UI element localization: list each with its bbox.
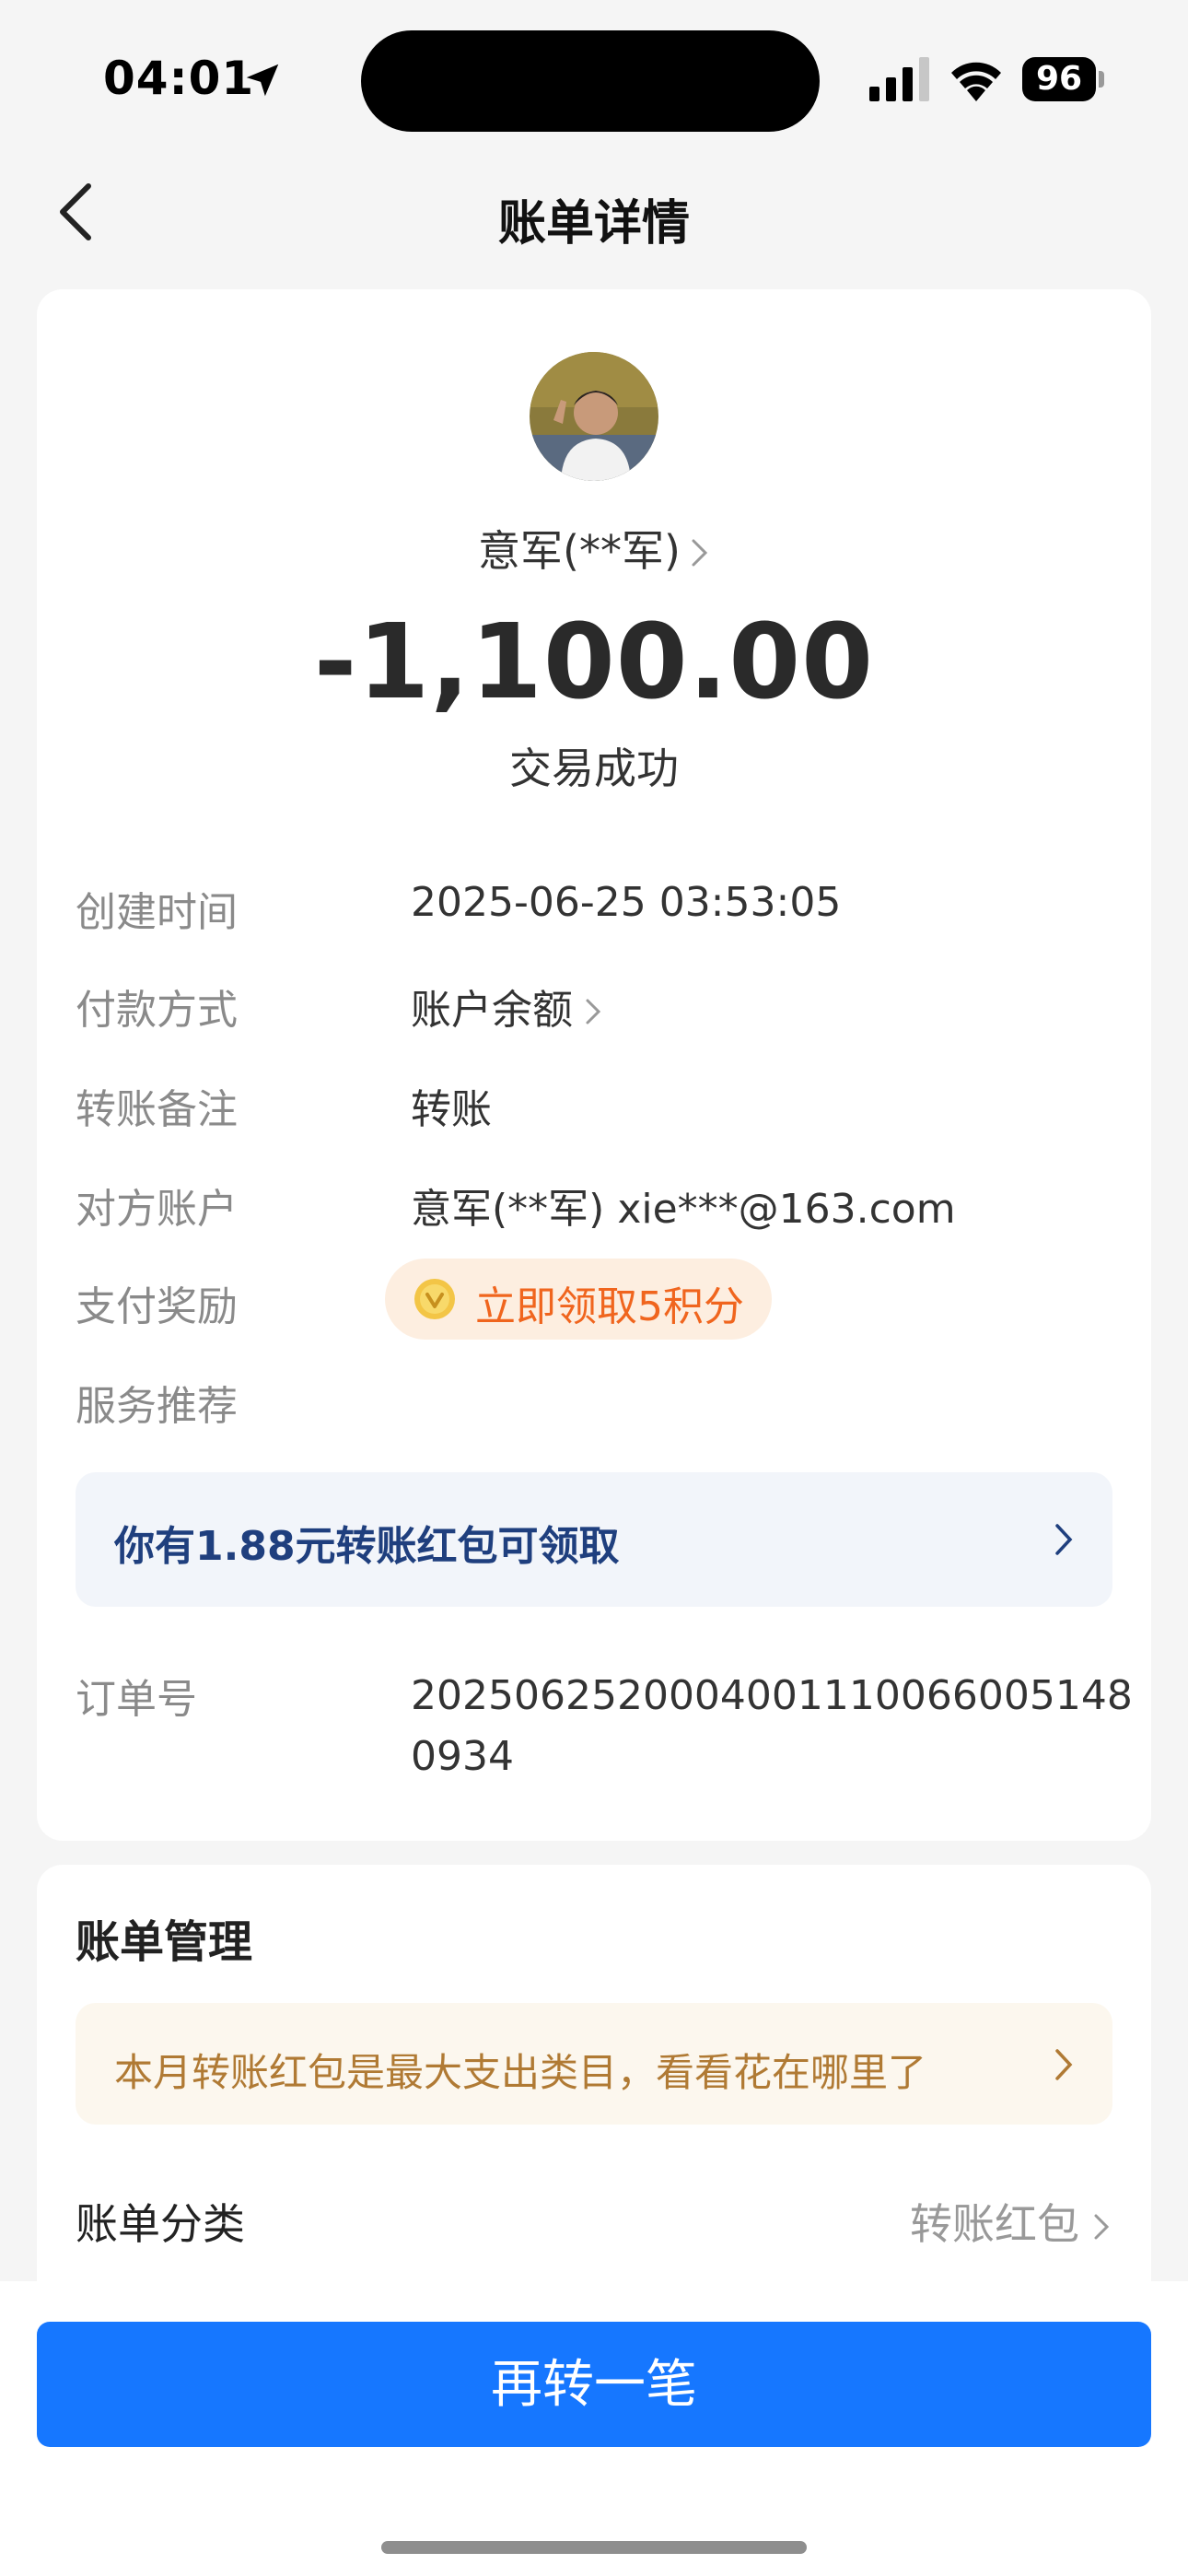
bottom-action-bar: 再转一笔 <box>0 2281 1188 2576</box>
battery-indicator: 96 <box>1022 57 1104 101</box>
page-title: 账单详情 <box>497 196 690 252</box>
wifi-icon <box>951 62 1001 101</box>
status-time: 04:01 <box>103 52 255 105</box>
detail-label: 支付奖励 <box>76 1283 238 1330</box>
counterparty-name-text: 意军(**军) <box>478 526 681 576</box>
battery-level: 96 <box>1022 57 1096 101</box>
payment-method-text: 账户余额 <box>411 987 573 1034</box>
detail-value: 2025-06-25 03:53:05 <box>411 879 842 926</box>
chevron-right-icon <box>692 539 708 567</box>
dynamic-island <box>361 30 820 132</box>
cellular-signal-icon <box>869 57 929 101</box>
spending-tip-text: 本月转账红包是最大支出类目，看看花在哪里了 <box>114 2050 927 2095</box>
detail-label: 对方账户 <box>76 1186 238 1233</box>
detail-value-link[interactable]: 账户余额 <box>411 977 602 1036</box>
bill-detail-card: 意军(**军) -1,100.00 交易成功 创建时间 2025-06-25 0… <box>37 289 1151 1841</box>
chevron-right-icon <box>586 999 601 1025</box>
bill-category-value: 转账红包 <box>910 2199 1079 2249</box>
avatar-image <box>530 352 658 481</box>
order-number-value: 20250625200040011100660051480934 <box>411 1672 1133 1780</box>
detail-label: 付款方式 <box>76 987 238 1034</box>
transaction-amount: -1,100.00 <box>313 603 875 722</box>
service-banner-text: 你有1.88元转账红包可领取 <box>114 1523 620 1570</box>
chevron-right-icon <box>1055 2049 1073 2080</box>
battery-tip <box>1099 71 1104 88</box>
transfer-again-button[interactable]: 再转一笔 <box>37 2322 1151 2447</box>
transaction-status: 交易成功 <box>509 744 679 793</box>
points-coin-icon <box>414 1279 455 1319</box>
claim-points-button[interactable]: 立即领取5积分 <box>385 1259 772 1340</box>
claim-points-label: 立即领取5积分 <box>475 1283 744 1330</box>
counterparty-avatar[interactable] <box>530 352 658 481</box>
counterparty-name[interactable]: 意军(**军) <box>37 518 1151 579</box>
detail-label: 订单号 <box>76 1676 197 1723</box>
chevron-right-icon <box>1055 1524 1073 1555</box>
chevron-right-icon <box>1094 2214 1110 2240</box>
detail-label: 转账备注 <box>76 1086 238 1133</box>
status-bar: 04:01 96 <box>0 0 1188 147</box>
spending-tip-banner[interactable]: 本月转账红包是最大支出类目，看看花在哪里了 <box>76 2003 1112 2125</box>
detail-value: 转账 <box>411 1086 492 1133</box>
detail-value: 意军(**军) xie***@163.com <box>411 1186 956 1233</box>
nav-bar: 账单详情 <box>0 157 1188 267</box>
bill-management-title: 账单管理 <box>76 1916 253 1968</box>
detail-label: 创建时间 <box>76 889 238 936</box>
home-indicator[interactable] <box>381 2541 807 2554</box>
bill-category-selector[interactable]: 转账红包 <box>910 2191 1111 2252</box>
detail-label: 服务推荐 <box>76 1383 238 1430</box>
red-packet-service-banner[interactable]: 你有1.88元转账红包可领取 <box>76 1472 1112 1607</box>
bill-category-label: 账单分类 <box>76 2199 245 2249</box>
location-arrow-icon <box>246 64 279 97</box>
